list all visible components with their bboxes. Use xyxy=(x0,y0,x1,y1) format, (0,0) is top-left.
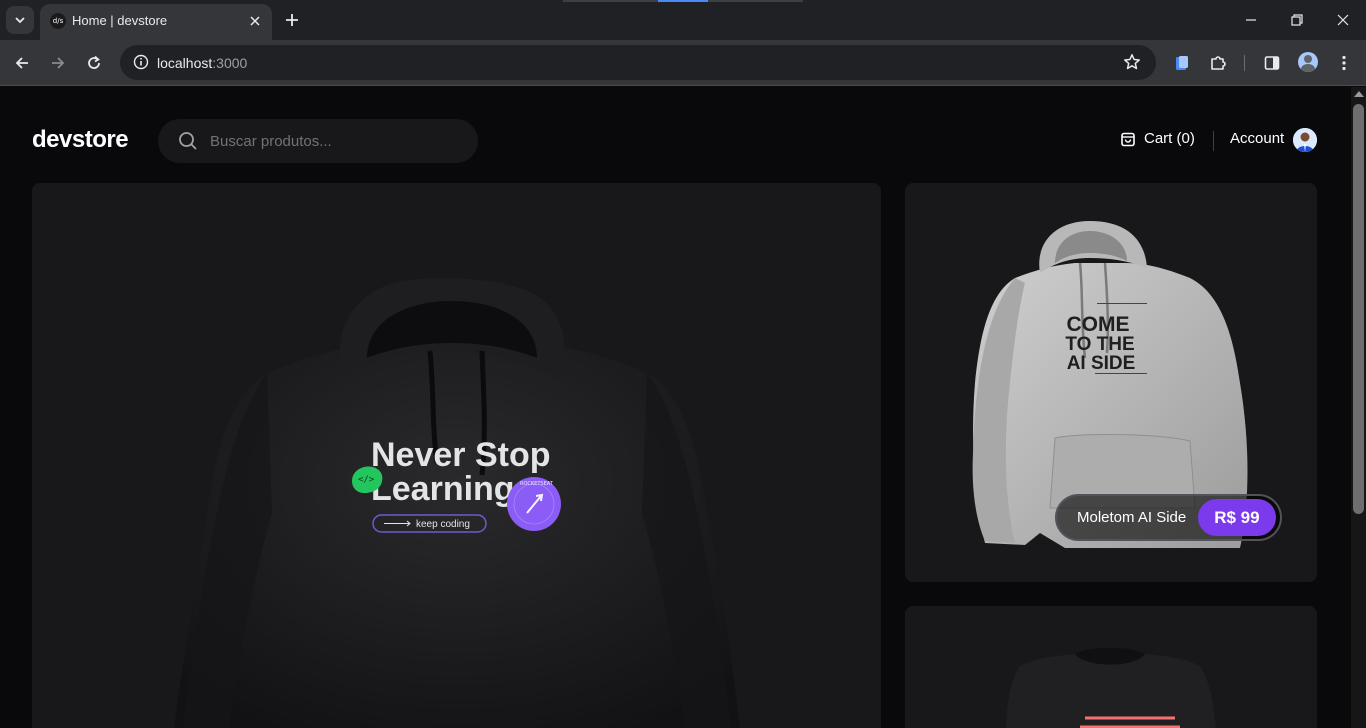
cart-link[interactable]: Cart (0) xyxy=(1120,130,1195,147)
favicon-icon: d/s xyxy=(50,13,66,29)
scroll-thumb[interactable] xyxy=(1353,104,1364,514)
graphic-text-line2: TO THE xyxy=(1065,334,1134,355)
badge-text: ROCKETSEAT xyxy=(520,481,554,487)
close-icon xyxy=(1337,14,1349,26)
restore-button[interactable] xyxy=(1283,6,1311,34)
graphic-line2: Learning xyxy=(371,470,515,508)
search-input[interactable] xyxy=(210,119,460,163)
arrow-left-icon xyxy=(15,57,28,69)
forward-button[interactable] xyxy=(44,49,72,77)
close-window-button[interactable] xyxy=(1329,6,1357,34)
arrow-right-icon xyxy=(52,57,65,69)
extension-button[interactable] xyxy=(1172,53,1192,73)
address-bar[interactable]: localhost:3000 xyxy=(120,45,1156,80)
chevron-down-icon xyxy=(15,17,25,24)
tab-close-button[interactable] xyxy=(246,12,264,30)
tab-loading-indicator xyxy=(563,0,803,2)
browser-menu-button[interactable] xyxy=(1334,53,1354,73)
browser-toolbar: localhost:3000 xyxy=(0,40,1366,86)
star-icon xyxy=(1124,54,1140,70)
cart-label: Cart (0) xyxy=(1144,130,1195,147)
shopping-bag-icon xyxy=(1121,132,1135,146)
tab-title: Home | devstore xyxy=(72,13,168,28)
search-bar[interactable] xyxy=(158,119,478,163)
browser-tab-bar: d/s Home | devstore xyxy=(0,0,1366,40)
featured-product-card[interactable]: Never Stop Learning </> keep coding ROCK… xyxy=(32,183,881,728)
page-scrollbar[interactable] xyxy=(1351,87,1366,728)
graphic-tagline: keep coding xyxy=(416,519,470,530)
more-vertical-icon xyxy=(1342,55,1346,71)
toolbar-divider xyxy=(1244,55,1245,71)
product-name: Moletom AI Side xyxy=(1077,509,1187,526)
close-icon xyxy=(250,16,260,26)
site-header: devstore Cart (0) Account xyxy=(32,119,1317,163)
account-link[interactable]: Account xyxy=(1230,130,1284,147)
site-info-button[interactable] xyxy=(130,51,152,73)
site-logo[interactable]: devstore xyxy=(32,126,129,154)
minimize-button[interactable] xyxy=(1237,6,1265,34)
document-extension-icon xyxy=(1176,56,1188,70)
restore-icon xyxy=(1291,14,1303,26)
extensions-menu-button[interactable] xyxy=(1208,53,1228,73)
account-avatar[interactable] xyxy=(1293,128,1317,152)
reload-icon xyxy=(88,55,100,69)
profile-avatar-button[interactable] xyxy=(1298,52,1318,72)
side-panel-button[interactable] xyxy=(1262,53,1282,73)
minimize-icon xyxy=(1246,19,1256,21)
product-price: R$ 99 xyxy=(1198,499,1276,536)
tab-search-button[interactable] xyxy=(6,6,34,34)
bookmark-button[interactable] xyxy=(1122,52,1142,72)
rocketseat-badge-icon: ROCKETSEAT xyxy=(507,477,561,531)
reload-button[interactable] xyxy=(80,49,108,77)
scroll-up-arrow-icon[interactable] xyxy=(1354,91,1364,97)
search-icon xyxy=(179,132,197,150)
page-viewport: devstore Cart (0) Account xyxy=(0,87,1366,728)
header-divider xyxy=(1213,131,1214,151)
back-button[interactable] xyxy=(8,49,36,77)
new-tab-button[interactable] xyxy=(280,8,304,32)
graphic-line1: Never Stop xyxy=(371,436,551,474)
side-panel-icon xyxy=(1264,56,1280,70)
hoodie-black-image: Never Stop Learning </> keep coding ROCK… xyxy=(173,278,741,728)
puzzle-icon xyxy=(1211,56,1226,70)
info-icon xyxy=(133,54,149,70)
svg-text:</>: </> xyxy=(358,475,375,485)
product-card[interactable]: COME TO THE AI SIDE Moletom AI Side R$ 9… xyxy=(905,183,1317,582)
browser-tab-active[interactable]: d/s Home | devstore xyxy=(40,4,272,40)
graphic-text-line1: COME xyxy=(1067,313,1130,336)
product-card[interactable] xyxy=(905,606,1317,728)
price-tag[interactable]: Moletom AI Side R$ 99 xyxy=(1055,494,1282,541)
user-photo-icon xyxy=(1293,128,1317,152)
url-text: localhost:3000 xyxy=(157,55,248,71)
graphic-text-line3: AI SIDE xyxy=(1067,353,1136,374)
tshirt-black-image xyxy=(1005,648,1216,728)
plus-icon xyxy=(286,14,298,26)
